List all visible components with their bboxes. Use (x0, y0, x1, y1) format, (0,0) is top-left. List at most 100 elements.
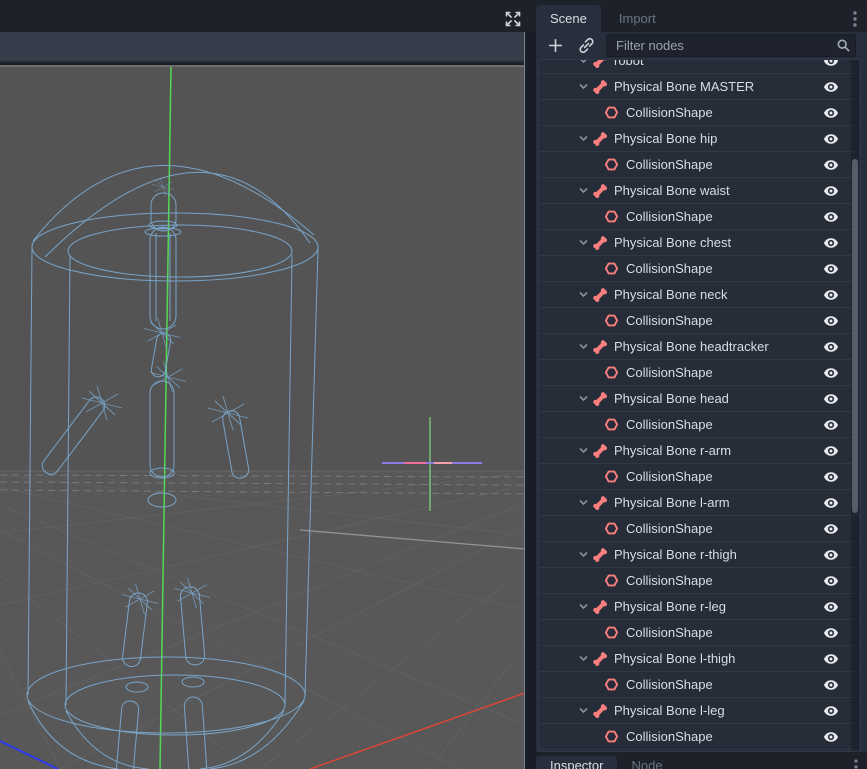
scene-tree-scrollbar[interactable] (851, 60, 859, 751)
visibility-toggle-button[interactable] (823, 261, 839, 277)
tree-row-physical-bone-waist[interactable]: Physical Bone waist (539, 178, 860, 204)
tree-row-physical-bone-l-thigh[interactable]: Physical Bone l-thigh (539, 646, 860, 672)
tree-row-physical-bone-master[interactable]: Physical Bone MASTER (539, 74, 860, 100)
collapse-chevron[interactable] (578, 81, 589, 92)
collapse-chevron[interactable] (578, 133, 589, 144)
tree-row-collisionshape[interactable]: CollisionShape (539, 516, 860, 542)
tree-row-physical-bone-r-thigh[interactable]: Physical Bone r-thigh (539, 542, 860, 568)
tab-inspector[interactable]: Inspector (536, 756, 617, 769)
tree-row-collisionshape[interactable]: CollisionShape (539, 412, 860, 438)
tree-row-collisionshape[interactable]: CollisionShape (539, 568, 860, 594)
chevron-down-icon (578, 653, 589, 664)
tab-node[interactable]: Node (617, 756, 676, 769)
visibility-toggle-button[interactable] (823, 391, 839, 407)
tree-row-collisionshape[interactable]: CollisionShape (539, 256, 860, 282)
tree-row-collisionshape[interactable]: CollisionShape (539, 100, 860, 126)
visibility-eye-icon (823, 547, 839, 563)
collapse-chevron[interactable] (578, 705, 589, 716)
filter-nodes-input[interactable] (606, 34, 856, 57)
collapse-chevron[interactable] (578, 289, 589, 300)
collapse-chevron[interactable] (578, 185, 589, 196)
tree-row-physical-bone-l-arm[interactable]: Physical Bone l-arm (539, 490, 860, 516)
collapse-chevron[interactable] (578, 341, 589, 352)
visibility-toggle-button[interactable] (823, 183, 839, 199)
visibility-toggle-button[interactable] (823, 131, 839, 147)
visibility-eye-icon (823, 391, 839, 407)
tree-row-collisionshape[interactable]: CollisionShape (539, 308, 860, 334)
visibility-toggle-button[interactable] (823, 599, 839, 615)
collision-shape-icon (604, 417, 619, 432)
physical-bone-icon (592, 651, 608, 667)
tree-row-physical-bone-r-leg[interactable]: Physical Bone r-leg (539, 594, 860, 620)
visibility-toggle-button[interactable] (823, 729, 839, 745)
tree-row-physical-bone-hip[interactable]: Physical Bone hip (539, 126, 860, 152)
visibility-toggle-button[interactable] (823, 495, 839, 511)
expand-viewport-icon[interactable] (503, 9, 523, 29)
inspector-menu-kebab-icon[interactable] (851, 758, 861, 769)
collapse-chevron[interactable] (578, 393, 589, 404)
chevron-down-icon (578, 497, 589, 508)
visibility-toggle-button[interactable] (823, 313, 839, 329)
visibility-toggle-button[interactable] (823, 365, 839, 381)
collapse-chevron[interactable] (578, 445, 589, 456)
node-name-label: Physical Bone head (614, 391, 729, 406)
tree-row-physical-bone-headtracker[interactable]: Physical Bone headtracker (539, 334, 860, 360)
collapse-chevron[interactable] (578, 237, 589, 248)
visibility-toggle-button[interactable] (823, 651, 839, 667)
physical-bone-icon (592, 443, 608, 459)
visibility-toggle-button[interactable] (823, 235, 839, 251)
collapse-chevron[interactable] (578, 497, 589, 508)
tree-row-physical-bone-chest[interactable]: Physical Bone chest (539, 230, 860, 256)
tree-row-collisionshape[interactable]: CollisionShape (539, 672, 860, 698)
tree-row-physical-bone-l-leg[interactable]: Physical Bone l-leg (539, 698, 860, 724)
tree-row-collisionshape[interactable]: CollisionShape (539, 152, 860, 178)
tree-row-collisionshape[interactable]: CollisionShape (539, 204, 860, 230)
visibility-toggle-button[interactable] (823, 209, 839, 225)
visibility-toggle-button[interactable] (823, 339, 839, 355)
tree-row-physical-bone-head[interactable]: Physical Bone head (539, 386, 860, 412)
visibility-toggle-button[interactable] (823, 79, 839, 95)
visibility-toggle-button[interactable] (823, 573, 839, 589)
visibility-toggle-button[interactable] (823, 157, 839, 173)
visibility-toggle-button[interactable] (823, 443, 839, 459)
physical-bone-icon (592, 547, 608, 563)
scene-dock-tabbar: Scene Import (536, 0, 867, 32)
tree-row-collisionshape[interactable]: CollisionShape (539, 464, 860, 490)
3d-scene-canvas[interactable] (0, 65, 525, 769)
node-name-label: CollisionShape (626, 625, 713, 640)
visibility-toggle-button[interactable] (823, 105, 839, 121)
visibility-eye-icon (823, 729, 839, 745)
visibility-eye-icon (823, 443, 839, 459)
tab-import[interactable]: Import (605, 5, 670, 32)
add-node-button[interactable] (543, 34, 567, 58)
tree-row-collisionshape[interactable]: CollisionShape (539, 724, 860, 750)
physical-bone-icon (592, 183, 608, 199)
visibility-toggle-button[interactable] (823, 547, 839, 563)
tree-row-collisionshape[interactable]: CollisionShape (539, 620, 860, 646)
scrollbar-thumb[interactable] (852, 159, 858, 513)
collapse-chevron[interactable] (578, 653, 589, 664)
dock-menu-kebab-icon[interactable] (848, 9, 862, 29)
physical-bone-icon (592, 547, 608, 563)
visibility-toggle-button[interactable] (823, 625, 839, 641)
visibility-toggle-button[interactable] (823, 59, 839, 69)
collapse-chevron[interactable] (578, 549, 589, 560)
visibility-toggle-button[interactable] (823, 521, 839, 537)
tree-row-physical-bone-r-arm[interactable]: Physical Bone r-arm (539, 438, 860, 464)
tree-row-robot[interactable]: robot (539, 59, 860, 74)
visibility-toggle-button[interactable] (823, 677, 839, 693)
tab-scene[interactable]: Scene (536, 5, 601, 32)
tree-row-collisionshape[interactable]: CollisionShape (539, 360, 860, 386)
collision-shape-icon (604, 209, 619, 224)
visibility-toggle-button[interactable] (823, 417, 839, 433)
visibility-eye-icon (823, 287, 839, 303)
visibility-toggle-button[interactable] (823, 287, 839, 303)
visibility-toggle-button[interactable] (823, 469, 839, 485)
visibility-toggle-button[interactable] (823, 703, 839, 719)
collapse-chevron[interactable] (578, 601, 589, 612)
instance-scene-button[interactable] (574, 34, 598, 58)
collapse-chevron[interactable] (578, 59, 589, 66)
node-name-label: Physical Bone l-thigh (614, 651, 735, 666)
3d-viewport[interactable] (0, 65, 525, 769)
tree-row-physical-bone-neck[interactable]: Physical Bone neck (539, 282, 860, 308)
